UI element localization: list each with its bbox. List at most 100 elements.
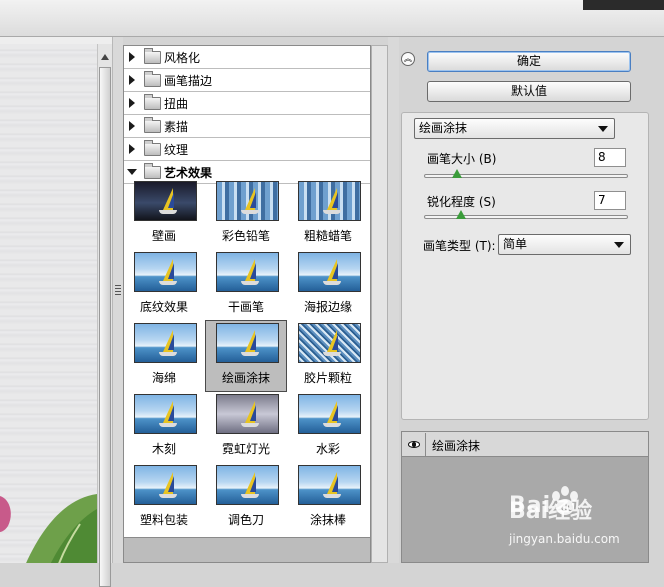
sail-shape [250,263,256,279]
folder-icon [144,140,161,156]
sail-shape [332,405,338,421]
preview-canvas[interactable] [0,44,97,563]
filter-thumbnail[interactable]: 海绵 [124,321,204,391]
window-edge [583,0,664,10]
folder-icon [144,94,161,110]
filter-category-row[interactable]: 素描 [124,115,370,138]
sharpness-slider-thumb[interactable] [455,210,466,219]
expanded-arrow-icon[interactable] [127,169,137,175]
preview-flower-image [0,494,97,563]
right-splitter[interactable] [388,37,399,563]
filter-select-value: 绘画涂抹 [419,121,468,135]
sail-shape [168,192,174,208]
filter-preview-image [216,252,279,292]
collapsed-arrow-icon[interactable] [129,98,135,108]
scrollbar-thumb[interactable] [99,67,111,587]
sail-shape [332,192,338,208]
watermark-url: jingyan.baidu.com [509,532,620,546]
hull-shape [323,210,341,214]
filter-thumbnail-grid: 壁画 彩色铅笔 粗糙蜡笔底纹效果 干画笔 海报边缘海绵 绘画涂抹 胶片颗粒木刻 霓虹灯光 水彩塑… [124,179,370,537]
hull-shape [159,352,177,356]
hull-shape [159,210,177,214]
hull-shape [159,281,177,285]
collapsed-arrow-icon[interactable] [129,144,135,154]
collapsed-arrow-icon[interactable] [129,121,135,131]
sail-shape [168,263,174,279]
default-button[interactable]: 默认值 [427,81,631,102]
filter-thumbnail[interactable]: 涂抹棒 [288,463,368,533]
filter-preview-image [298,323,361,363]
filter-thumbnail[interactable]: 霓虹灯光 [206,392,286,462]
filter-thumbnail[interactable]: 彩色铅笔 [206,179,286,249]
filter-thumbnail[interactable]: 水彩 [288,392,368,462]
preview-scrollbar[interactable] [97,44,112,587]
hull-shape [241,423,259,427]
folder-icon [144,117,161,133]
filter-preview-image [216,465,279,505]
sharpness-slider[interactable] [424,215,628,219]
sail-shape [332,334,338,350]
collapse-gallery-button[interactable]: ︽ [401,52,415,66]
filter-thumbnail[interactable]: 壁画 [124,179,204,249]
filter-thumbnail[interactable]: 木刻 [124,392,204,462]
collapsed-arrow-icon[interactable] [129,52,135,62]
scroll-up-icon[interactable] [101,54,109,60]
eye-icon [408,441,420,448]
filter-thumbnail-label: 壁画 [151,229,176,243]
filter-category-label: 画笔描边 [164,74,213,88]
filter-thumbnail[interactable]: 调色刀 [206,463,286,533]
filter-preview-image [216,323,279,363]
brush-size-label: 画笔大小 (B) [427,152,497,166]
filter-preview-image [298,394,361,434]
filter-category-label: 扭曲 [164,97,189,111]
ok-button[interactable]: 确定 [427,51,631,72]
sail-shape [332,476,338,492]
folder-icon [144,163,161,179]
filter-preview-image [298,465,361,505]
sharpness-input[interactable]: 7 [594,191,626,210]
collapsed-arrow-icon[interactable] [129,75,135,85]
effect-layer-name: 绘画涂抹 [432,439,481,453]
filter-thumbnail[interactable]: 粗糙蜡笔 [288,179,368,249]
filter-preview-image [134,181,197,221]
filter-category-row[interactable]: 扭曲 [124,92,370,115]
filter-list-scrollbar[interactable] [371,45,388,563]
filter-category-row[interactable]: 风格化 [124,46,370,69]
brush-size-slider-thumb[interactable] [451,169,462,178]
filter-category-row[interactable]: 画笔描边 [124,69,370,92]
brush-size-input[interactable]: 8 [594,148,626,167]
sail-shape [250,334,256,350]
brush-type-select[interactable]: 简单 [498,234,631,255]
panel-splitter[interactable] [112,37,123,563]
filter-gallery-list: 风格化 画笔描边 扭曲 素描 纹理 艺术效果 壁画 彩色铅笔 粗糙蜡笔 底纹效果 干画笔 海报边缘海… [123,45,371,563]
brush-type-label: 画笔类型 (T): [423,239,496,253]
hull-shape [323,281,341,285]
filter-thumbnail[interactable]: 干画笔 [206,250,286,320]
filter-thumbnail[interactable]: 底纹效果 [124,250,204,320]
folder-icon [144,48,161,64]
filter-thumbnail-label: 海绵 [151,371,176,385]
filter-thumbnail-label: 水彩 [315,442,340,456]
filter-thumbnail[interactable]: 海报边缘 [288,250,368,320]
filter-thumbnail-label: 底纹效果 [139,300,188,314]
folder-icon [144,71,161,87]
sail-shape [250,476,256,492]
filter-category-label: 纹理 [164,143,189,157]
chevron-down-icon [598,126,608,132]
filter-thumbnail[interactable]: 绘画涂抹 [205,320,287,392]
grip-icon[interactable] [115,285,121,295]
hull-shape [323,494,341,498]
filter-category-row[interactable]: 纹理 [124,138,370,161]
layer-visibility-toggle[interactable] [403,433,426,456]
sail-shape [250,405,256,421]
filter-preview-image [298,252,361,292]
preview-header [0,37,112,44]
filter-preview-image [298,181,361,221]
filter-thumbnail[interactable]: 塑料包装 [124,463,204,533]
filter-category-label: 风格化 [164,51,201,65]
filter-thumbnail-label: 调色刀 [227,513,264,527]
filter-thumbnail-label: 霓虹灯光 [221,442,270,456]
filter-thumbnail[interactable]: 胶片颗粒 [288,321,368,391]
watermark-text: Bai经验 [509,499,593,524]
filter-select[interactable]: 绘画涂抹 [414,118,615,139]
